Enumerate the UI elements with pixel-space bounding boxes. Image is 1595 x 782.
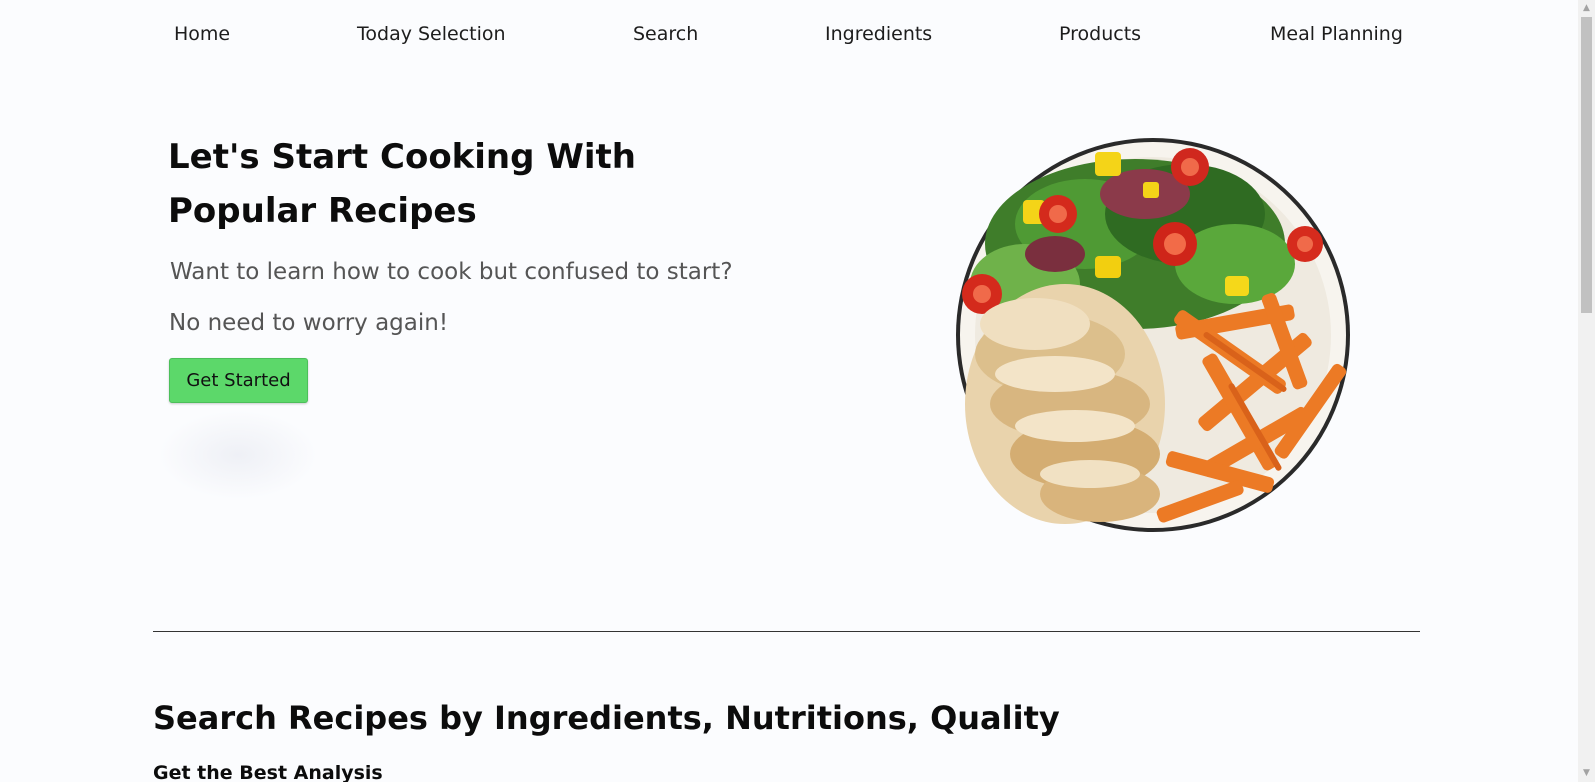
scroll-down-icon[interactable]: ▼ [1578,765,1595,782]
hero-reassurance: No need to worry again! [169,310,449,336]
top-nav: Home Today Selection Search Ingredients … [0,18,1578,50]
scroll-up-icon[interactable]: ▲ [1578,0,1595,17]
nav-meal-planning-link[interactable]: Meal Planning [1270,18,1403,50]
food-plate-image [956,138,1350,532]
section-title: Search Recipes by Ingredients, Nutrition… [153,699,1060,737]
nav-home-link[interactable]: Home [174,18,230,50]
button-glow [158,410,318,500]
nav-today-selection-link[interactable]: Today Selection [357,18,506,50]
scrollbar-thumb[interactable] [1581,17,1592,313]
nav-products-link[interactable]: Products [1059,18,1141,50]
hero-title: Let's Start Cooking With Popular Recipes [168,137,636,231]
nav-search-link[interactable]: Search [633,18,698,50]
get-started-button[interactable]: Get Started [169,358,308,403]
page: Home Today Selection Search Ingredients … [0,0,1578,782]
section-subtitle: Get the Best Analysis [153,762,383,782]
vertical-scrollbar[interactable]: ▲ ▼ [1578,0,1595,782]
nav-ingredients-link[interactable]: Ingredients [825,18,932,50]
section-divider [153,631,1420,632]
hero-subtitle: Want to learn how to cook but confused t… [170,259,733,285]
